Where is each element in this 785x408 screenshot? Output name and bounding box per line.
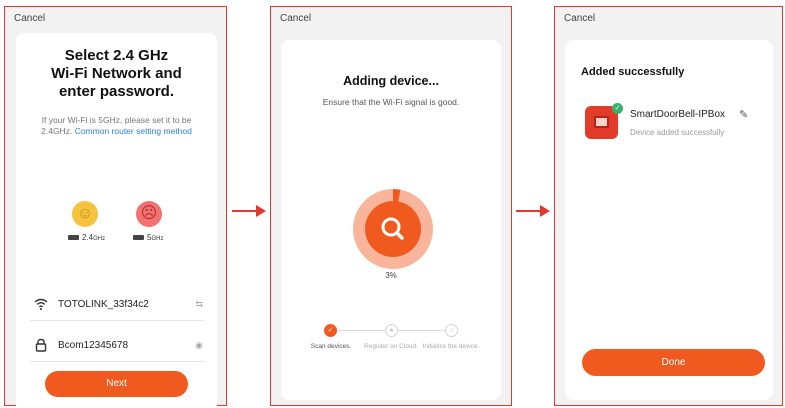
wifi-icon — [34, 298, 48, 310]
adding-device-screen: Cancel Adding device... Ensure that the … — [270, 6, 512, 406]
password-field[interactable]: Bcom12345678 ◉ — [30, 332, 205, 362]
step-2-label: Register on Cloud. — [364, 343, 418, 350]
step-connector — [338, 330, 390, 331]
step-3-dot: ○ — [445, 324, 458, 337]
sad-icon: ☹ — [136, 201, 162, 227]
arrow-right-icon — [516, 205, 550, 217]
page-title: Select 2.4 GHz Wi-Fi Network and enter p… — [51, 47, 182, 100]
added-successfully-screen: Cancel Added successfully ✓ SmartDoorBel… — [554, 6, 783, 406]
band-24ghz: 2.4GHz — [68, 233, 105, 242]
step-1-label: Scan devices. — [310, 343, 352, 350]
wifi-hint: If your Wi-Fi is 5GHz, please set it to … — [32, 115, 201, 137]
check-icon: ✓ — [612, 103, 623, 114]
band-24-value: 2.4 — [82, 233, 94, 242]
step-1-check-icon: ✓ — [324, 324, 337, 337]
adding-device-card: Adding device... Ensure that the Wi-Fi s… — [281, 40, 501, 400]
band-5ghz: 5GHz — [133, 233, 163, 242]
band-5-unit: GHz — [151, 236, 164, 242]
band-24-unit: GHz — [93, 236, 106, 242]
arrow-right-icon — [232, 205, 266, 217]
step-3-label: Initialize the device. — [422, 343, 480, 350]
swap-icon[interactable]: ⇆ — [195, 299, 203, 310]
wifi-name-value: TOTOLINK_33f34c2 — [58, 299, 149, 310]
wifi-setup-screen: Cancel Select 2.4 GHz Wi-Fi Network and … — [4, 6, 227, 407]
router-setting-link[interactable]: Common router setting method — [75, 126, 192, 136]
done-button[interactable]: Done — [582, 349, 765, 376]
router-icon — [68, 235, 79, 241]
edit-icon[interactable]: ✎ — [739, 108, 748, 121]
lock-icon — [35, 338, 47, 352]
page-title: Adding device... — [343, 74, 439, 88]
next-button[interactable]: Next — [45, 371, 188, 397]
eye-icon[interactable]: ◉ — [195, 340, 203, 351]
wifi-name-field[interactable]: TOTOLINK_33f34c2 ⇆ — [30, 291, 205, 321]
page-title: Added successfully — [581, 66, 685, 78]
device-status: Device added successfully — [630, 128, 725, 137]
progress-percent: 3% — [385, 271, 397, 280]
device-name: SmartDoorBell-IPBox — [630, 109, 726, 120]
cancel-button[interactable]: Cancel — [280, 13, 311, 24]
cancel-button[interactable]: Cancel — [564, 13, 595, 24]
router-icon — [133, 235, 144, 241]
smile-icon: ☺ — [72, 201, 98, 227]
step-2-dot: ● — [385, 324, 398, 337]
step-connector — [397, 330, 449, 331]
search-icon — [365, 201, 421, 257]
success-card: Added successfully ✓ SmartDoorBell-IPBox… — [565, 40, 773, 400]
password-value: Bcom12345678 — [58, 340, 129, 351]
cancel-button[interactable]: Cancel — [14, 13, 45, 24]
wifi-setup-card: Select 2.4 GHz Wi-Fi Network and enter p… — [16, 33, 217, 407]
page-subtitle: Ensure that the Wi-Fi signal is good. — [322, 97, 460, 107]
